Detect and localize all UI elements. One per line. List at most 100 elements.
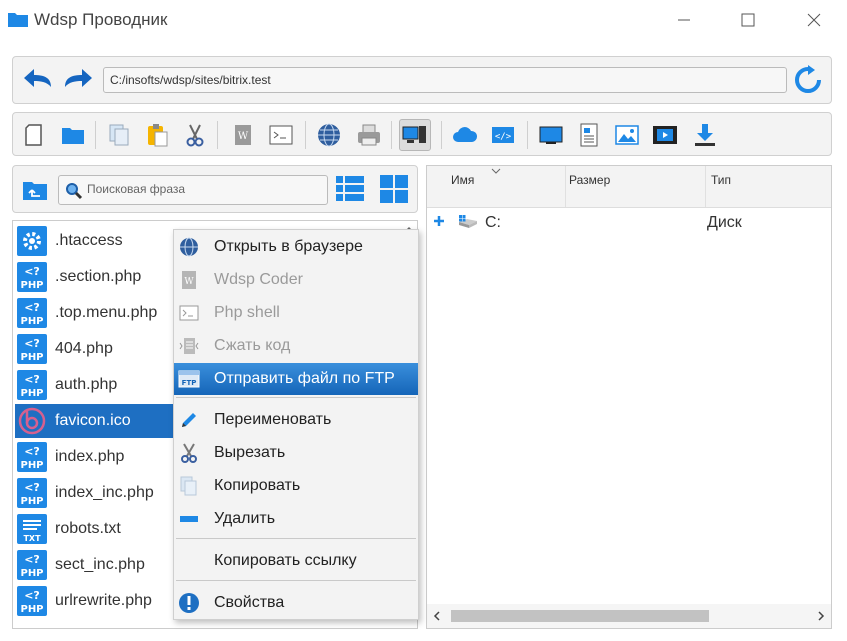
code-button[interactable]: </> xyxy=(487,119,519,151)
maximize-button[interactable] xyxy=(736,8,760,32)
menu-item-ftp[interactable]: FTP Отправить файл по FTP xyxy=(174,363,418,395)
horizontal-scrollbar[interactable] xyxy=(427,604,831,628)
toolbar-separator xyxy=(391,121,392,149)
scroll-left-icon[interactable] xyxy=(433,611,441,621)
file-name: 404.php xyxy=(55,340,113,357)
paste-button[interactable] xyxy=(141,119,173,151)
column-separator[interactable] xyxy=(705,166,706,207)
list-view-button[interactable] xyxy=(335,174,365,204)
file-name: index_inc.php xyxy=(55,484,154,501)
menu-item-copy[interactable]: Копировать xyxy=(174,470,418,502)
minimize-button[interactable] xyxy=(672,8,696,32)
download-button[interactable] xyxy=(689,119,721,151)
back-button[interactable] xyxy=(21,65,55,95)
browser-button[interactable] xyxy=(313,119,345,151)
svg-text:PHP: PHP xyxy=(20,604,43,615)
menu-item-open-browser[interactable]: Открыть в браузере xyxy=(174,231,418,263)
close-icon xyxy=(807,13,821,27)
menu-item-cut[interactable]: Вырезать xyxy=(174,437,418,469)
php-icon: <? PHP xyxy=(17,298,47,328)
close-button[interactable] xyxy=(802,8,826,32)
menu-item-delete[interactable]: Удалить xyxy=(174,503,418,535)
menu-item-label: Удалить xyxy=(214,510,276,527)
svg-text:PHP: PHP xyxy=(20,568,43,579)
menu-item-rename[interactable]: Переименовать xyxy=(174,404,418,436)
search-icon xyxy=(66,183,83,200)
ftp-icon: FTP xyxy=(178,368,200,390)
refresh-button[interactable] xyxy=(793,65,823,95)
list-item[interactable]: favicon.ico xyxy=(15,404,175,438)
menu-item-label: Wdsp Coder xyxy=(214,271,303,288)
copy-icon xyxy=(109,124,129,146)
scroll-right-icon[interactable] xyxy=(817,611,825,621)
pencil-icon xyxy=(178,409,200,431)
grid-view-button[interactable] xyxy=(379,174,409,204)
svg-text:PHP: PHP xyxy=(20,496,43,507)
printer-button[interactable] xyxy=(353,119,385,151)
expand-plus-icon[interactable] xyxy=(433,215,445,227)
column-type[interactable]: Тип xyxy=(711,173,731,187)
column-name[interactable]: Имя xyxy=(451,173,474,187)
php-icon: <? PHP xyxy=(17,550,47,580)
column-size[interactable]: Размер xyxy=(569,173,610,187)
forward-button[interactable] xyxy=(61,65,95,95)
video-button[interactable] xyxy=(649,119,681,151)
svg-text:<?: <? xyxy=(24,589,40,602)
favicon-icon xyxy=(17,406,47,436)
printer-icon xyxy=(358,124,380,146)
menu-separator xyxy=(176,397,416,398)
grid-view-icon xyxy=(380,175,408,203)
svg-text:<?: <? xyxy=(24,337,40,350)
scrollbar-thumb[interactable] xyxy=(451,610,709,622)
up-folder-button[interactable] xyxy=(21,176,49,204)
svg-text:PHP: PHP xyxy=(20,280,43,291)
compress-icon xyxy=(178,335,200,357)
title-bar: Wdsp Проводник xyxy=(0,0,847,40)
minimize-icon xyxy=(678,19,690,21)
new-folder-button[interactable] xyxy=(57,119,89,151)
svg-text:TXT: TXT xyxy=(23,534,41,543)
svg-text:</>: </> xyxy=(495,132,512,142)
document-button[interactable] xyxy=(573,119,605,151)
new-folder-icon xyxy=(62,128,84,144)
svg-text:<?: <? xyxy=(24,265,40,278)
toolbar-separator xyxy=(527,121,528,149)
image-button[interactable] xyxy=(611,119,643,151)
terminal-button[interactable] xyxy=(265,119,297,151)
file-name: favicon.ico xyxy=(55,412,131,429)
refresh-icon xyxy=(795,65,821,93)
image-icon xyxy=(615,125,639,145)
sort-arrow-icon xyxy=(491,168,501,174)
address-input[interactable]: C:/insofts/wdsp/sites/bitrix.test xyxy=(103,67,787,93)
cut-button[interactable] xyxy=(179,119,211,151)
menu-item-copy-link[interactable]: Копировать ссылку xyxy=(174,545,418,577)
monitor-button[interactable] xyxy=(535,119,567,151)
file-name: .top.menu.php xyxy=(55,304,158,321)
menu-item-label: Копировать ссылку xyxy=(214,552,357,569)
context-menu: Открыть в браузере W Wdsp Coder Php shell Сж… xyxy=(173,229,419,620)
list-view-icon xyxy=(336,176,364,201)
table-row[interactable]: C: Диск xyxy=(427,210,831,236)
txt-icon: TXT xyxy=(17,514,47,544)
cut-icon xyxy=(186,124,204,147)
search-box xyxy=(58,175,328,205)
wdsp-coder-button[interactable]: W xyxy=(227,119,259,151)
search-input[interactable] xyxy=(87,182,317,196)
php-icon: <? PHP xyxy=(17,442,47,472)
svg-text:PHP: PHP xyxy=(20,352,43,363)
php-icon: <? PHP xyxy=(17,586,47,616)
menu-item-label: Переименовать xyxy=(214,411,332,428)
forward-arrow-icon xyxy=(65,69,92,87)
menu-item-properties[interactable]: Свойства xyxy=(174,587,418,619)
terminal-icon xyxy=(178,302,200,324)
column-separator[interactable] xyxy=(565,166,566,207)
file-name: sect_inc.php xyxy=(55,556,145,573)
copy-button[interactable] xyxy=(103,119,135,151)
toolbar: W </> xyxy=(12,112,832,156)
back-arrow-icon xyxy=(24,69,51,87)
download-icon xyxy=(695,124,715,146)
computer-button[interactable] xyxy=(399,119,431,151)
new-file-button[interactable] xyxy=(19,119,51,151)
cloud-button[interactable] xyxy=(449,119,481,151)
svg-text:PHP: PHP xyxy=(20,316,43,327)
